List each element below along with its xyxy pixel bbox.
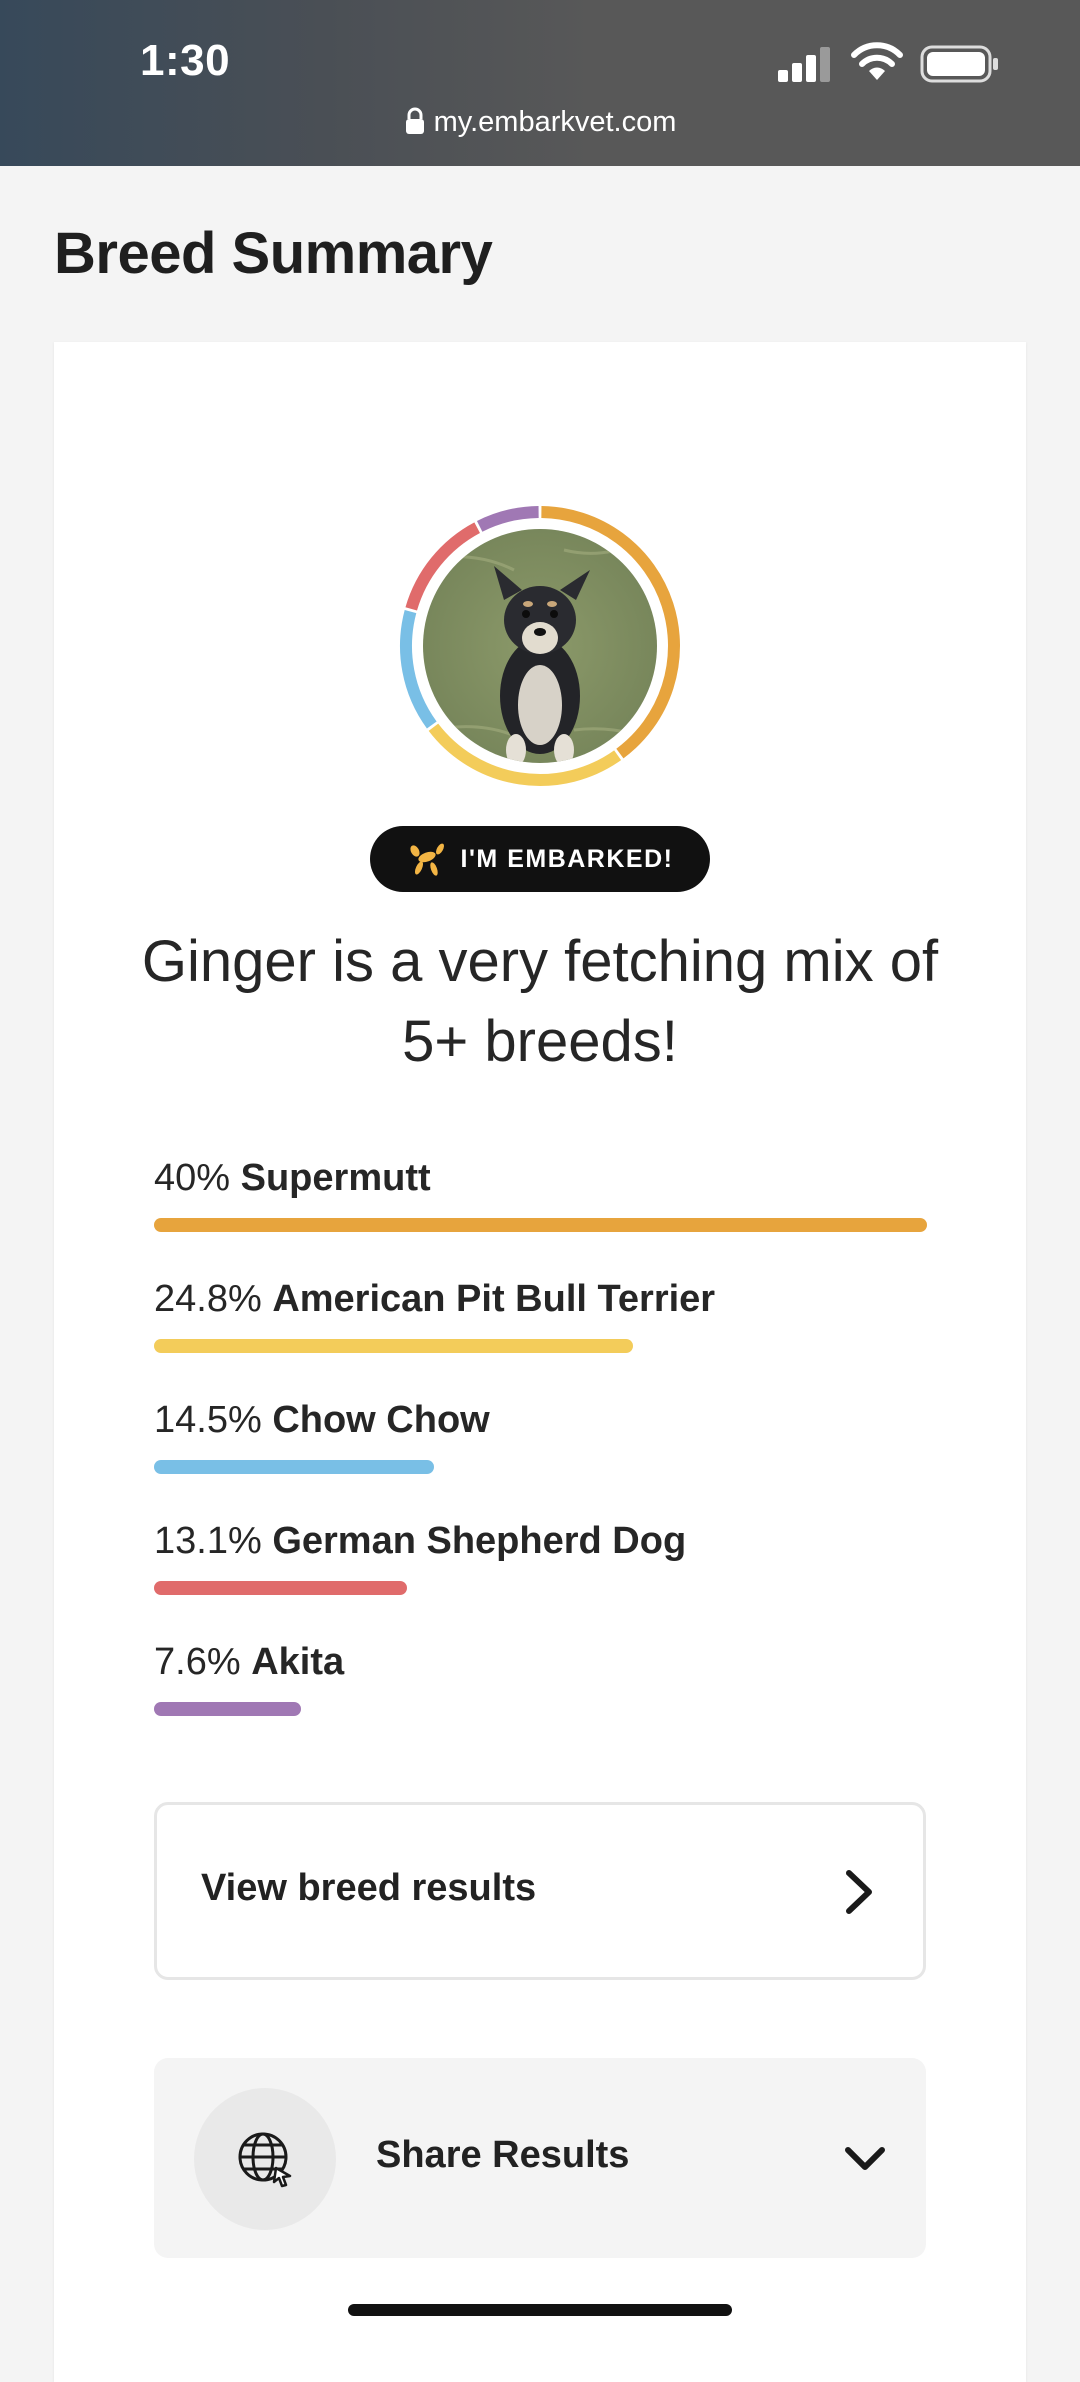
breed-name: American Pit Bull Terrier [272, 1278, 716, 1320]
breed-percentage: 24.8% [154, 1278, 262, 1320]
breed-bar [154, 1702, 301, 1716]
breed-item: 40% Supermutt [154, 1154, 927, 1275]
embarked-badge: I'M EMBARKED! [370, 826, 710, 892]
mix-headline: Ginger is a very fetching mix of 5+ bree… [141, 929, 939, 1074]
breed-name: Chow Chow [272, 1399, 490, 1441]
breed-bar [154, 1339, 633, 1353]
chevron-down-icon [845, 2147, 885, 2170]
breed-name: Akita [251, 1641, 345, 1683]
dog-photo [423, 529, 657, 763]
breed-item: 24.8% American Pit Bull Terrier [154, 1275, 927, 1396]
wifi-icon [851, 42, 903, 80]
address-bar[interactable]: my.embarkvet.com [0, 106, 1080, 139]
breed-percentage: 7.6% [154, 1641, 241, 1683]
dog-photo-ring [400, 506, 680, 786]
breed-percentage: 13.1% [154, 1520, 262, 1562]
breed-bar [154, 1218, 927, 1232]
share-results-accordion[interactable]: Share Results [154, 2058, 926, 2258]
breed-bar [154, 1460, 434, 1474]
balloon-dog-icon [409, 843, 444, 876]
breed-item: 13.1% German Shepherd Dog [154, 1517, 927, 1638]
ring-segment [476, 506, 539, 532]
share-results-label: Share Results [376, 2134, 630, 2176]
breed-name: German Shepherd Dog [272, 1520, 687, 1562]
breed-bar [154, 1581, 407, 1595]
view-breed-results-button[interactable]: View breed results [154, 1802, 926, 1980]
url-text: my.embarkvet.com [433, 106, 677, 138]
page-title: Breed Summary [54, 221, 493, 286]
chevron-right-icon [846, 1870, 872, 1914]
home-indicator[interactable] [348, 2304, 732, 2316]
breed-summary-card: I'M EMBARKED! Ginger is a very fetching … [54, 342, 1026, 2382]
globe-icon [238, 2132, 292, 2188]
breed-percentage: 14.5% [154, 1399, 262, 1441]
lock-icon [405, 107, 424, 134]
view-breed-results-label: View breed results [201, 1867, 537, 1909]
breed-percentage: 40% [154, 1157, 231, 1199]
globe-icon-wrap [194, 2088, 336, 2230]
cellular-signal-icon [778, 47, 830, 82]
status-bar: 1:30 my.embarkvet.com [0, 0, 1080, 166]
breed-item: 7.6% Akita [154, 1638, 927, 1759]
breed-list: 40% Supermutt 24.8% American Pit Bull Te… [154, 1154, 927, 1759]
status-time: 1:30 [140, 36, 231, 85]
battery-icon [920, 45, 998, 83]
badge-label: I'M EMBARKED! [460, 844, 674, 873]
breed-item: 14.5% Chow Chow [154, 1396, 927, 1517]
breed-name: Supermutt [240, 1157, 431, 1199]
